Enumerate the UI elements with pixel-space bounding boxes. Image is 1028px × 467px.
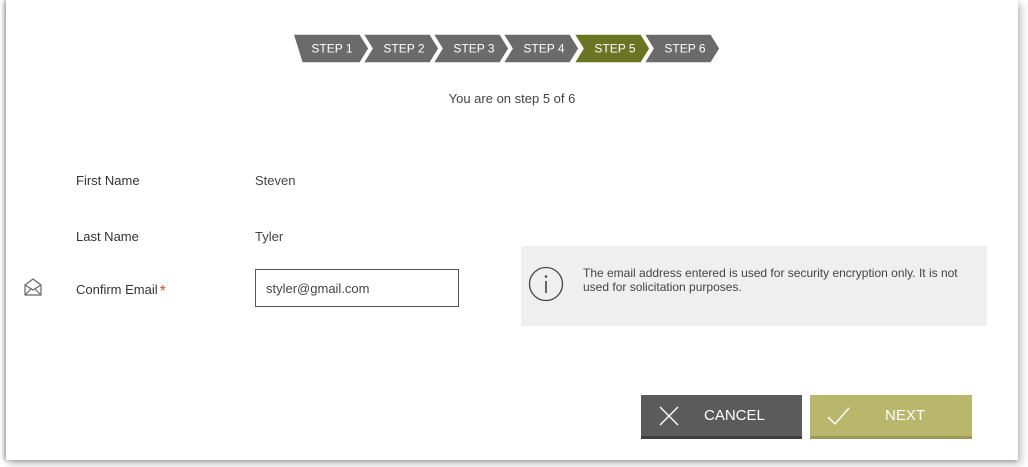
step-5-label: STEP 5: [594, 42, 635, 56]
step-3-label: STEP 3: [453, 42, 494, 56]
envelope-open-icon: [24, 278, 42, 296]
info-notice: The email address entered is used for se…: [521, 246, 987, 326]
confirm-email-label-text: Confirm Email: [76, 282, 158, 297]
step-progress-bar: STEP 1 STEP 2 STEP 3 STEP 4 STEP 5 STEP 6: [291, 33, 721, 64]
step-6-label: STEP 6: [664, 42, 705, 56]
next-button[interactable]: NEXT: [810, 395, 972, 436]
last-name-label: Last Name: [76, 229, 139, 244]
cancel-button[interactable]: CANCEL: [641, 395, 802, 436]
cancel-button-label: CANCEL: [704, 407, 765, 424]
step-4-label: STEP 4: [523, 42, 564, 56]
last-name-value: Tyler: [255, 229, 284, 244]
form-panel: STEP 1 STEP 2 STEP 3 STEP 4 STEP 5 STEP 6 You…: [6, 0, 1018, 460]
first-name-label: First Name: [76, 173, 140, 188]
step-progress-text: You are on step 5 of 6: [448, 91, 576, 106]
next-button-label: NEXT: [885, 407, 926, 424]
check-icon: [827, 407, 850, 426]
required-asterisk: *: [159, 283, 166, 300]
info-icon: [528, 266, 564, 302]
info-text: The email address entered is used for se…: [583, 266, 958, 294]
x-icon: [659, 406, 679, 426]
step-2-label: STEP 2: [383, 42, 424, 56]
confirm-email-input[interactable]: [255, 269, 459, 307]
step-1-label: STEP 1: [311, 42, 352, 56]
first-name-value: Steven: [255, 173, 296, 188]
confirm-email-label: Confirm Email *: [76, 281, 166, 300]
